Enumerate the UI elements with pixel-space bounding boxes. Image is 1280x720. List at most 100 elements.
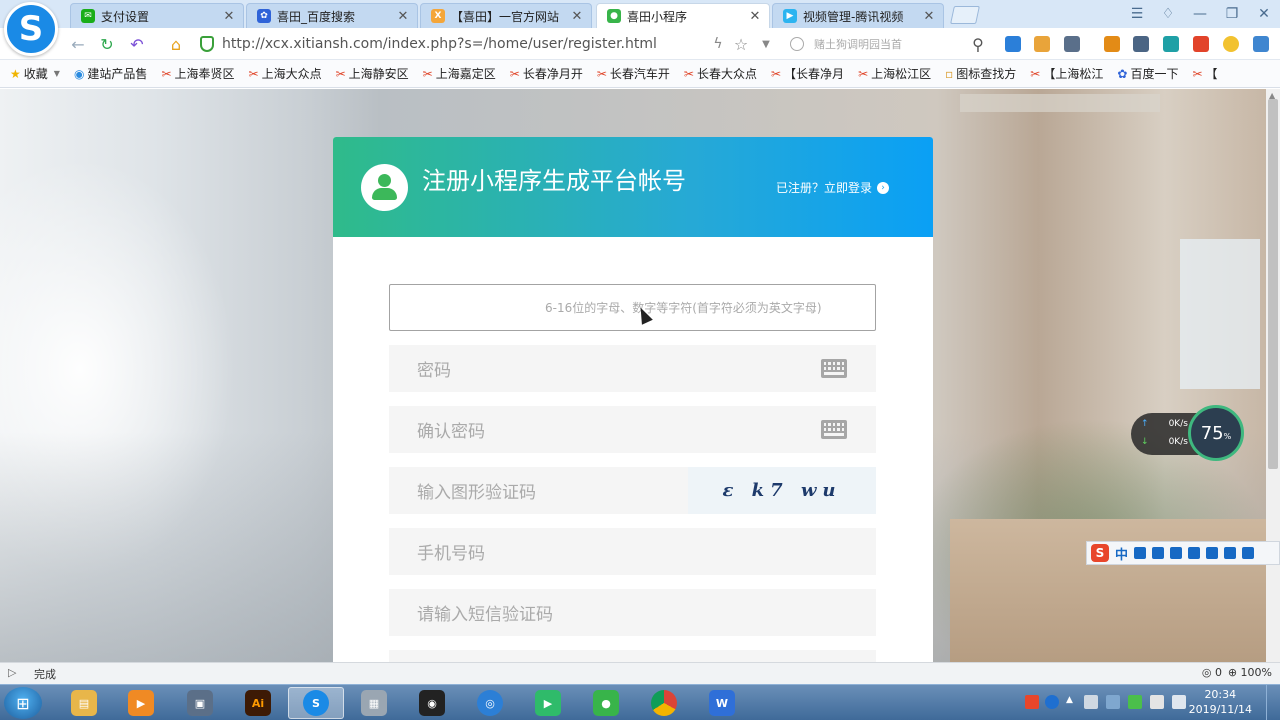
back-icon[interactable]: ← <box>68 34 88 54</box>
minimize-icon[interactable]: — <box>1190 4 1210 24</box>
taskbar-app[interactable]: ▶ <box>520 687 576 719</box>
bookmark-item[interactable]: ✂ 上海奉贤区 <box>161 65 234 82</box>
taskbar-app[interactable] <box>636 687 692 719</box>
close-window-icon[interactable]: ✕ <box>1254 4 1274 24</box>
memory-gauge[interactable]: 75% <box>1188 405 1244 461</box>
phone-input[interactable]: 手机号码 <box>389 528 876 575</box>
refresh-icon[interactable]: ↻ <box>97 34 117 54</box>
tab-pay-settings[interactable]: ✉ 支付设置 ✕ <box>70 3 244 28</box>
download-icon[interactable] <box>1253 36 1269 52</box>
taskbar-app[interactable]: ● <box>578 687 634 719</box>
captcha-image[interactable]: ɛ k7 wu <box>688 467 876 514</box>
taskbar-app[interactable]: W <box>694 687 750 719</box>
monitor-icon[interactable] <box>1150 695 1164 709</box>
search-icon[interactable]: ⚲ <box>968 34 988 54</box>
keyboard-icon[interactable] <box>821 420 847 439</box>
network-transfer-icon[interactable] <box>1128 695 1142 709</box>
close-icon[interactable]: ✕ <box>749 9 761 24</box>
browser-logo-icon[interactable]: S <box>4 2 58 56</box>
volume-icon[interactable] <box>1172 695 1186 709</box>
skin-icon[interactable] <box>1224 547 1237 559</box>
login-link[interactable]: 已注册？立即登录 › <box>776 179 890 196</box>
tab-mini-program[interactable]: ● 喜田小程序 ✕ <box>596 3 770 28</box>
punctuation-icon[interactable] <box>1134 547 1147 559</box>
taskbar-app[interactable]: ▦ <box>346 687 402 719</box>
close-icon[interactable]: ✕ <box>223 9 235 24</box>
taskbar-app[interactable]: S <box>288 687 344 719</box>
scrollbar-thumb[interactable] <box>1268 99 1278 469</box>
bookmark-favorites[interactable]: ★ 收藏 ▼ <box>10 65 60 82</box>
url-text[interactable]: http://xcx.xitiansh.com/index.php?s=/hom… <box>222 36 657 52</box>
bookmark-item[interactable]: ✂ 长春汽车开 <box>597 65 670 82</box>
bookmark-item[interactable]: ✂ 【上海松江 <box>1030 65 1103 82</box>
bookmark-item[interactable]: ✂ 上海嘉定区 <box>423 65 496 82</box>
taskbar-app[interactable]: ◎ <box>462 687 518 719</box>
close-icon[interactable]: ✕ <box>571 9 583 24</box>
tab-tencent-video[interactable]: ▶ 视频管理-腾讯视频 ✕ <box>772 3 944 28</box>
grid-icon[interactable] <box>1242 547 1255 559</box>
tools-icon[interactable] <box>1133 36 1149 52</box>
password-input[interactable]: 密码 <box>389 345 876 392</box>
sogou-icon[interactable] <box>1193 36 1209 52</box>
start-button[interactable]: ⊞ <box>4 687 42 719</box>
bookmark-item[interactable]: ✂ 【 <box>1192 65 1217 82</box>
ime-language[interactable]: 中 <box>1115 544 1128 563</box>
help-icon[interactable] <box>1045 695 1059 709</box>
zoom-level[interactable]: ⊕ 100% <box>1228 666 1272 679</box>
usb-icon[interactable] <box>1106 695 1120 709</box>
show-desktop-button[interactable] <box>1266 685 1280 720</box>
key-icon[interactable] <box>1104 36 1120 52</box>
clock[interactable]: 20:34 2019/11/14 <box>1189 687 1252 717</box>
sogou-ime-icon[interactable]: S <box>1091 544 1109 562</box>
tab-official-site[interactable]: X 【喜田】一官方网站 ✕ <box>420 3 592 28</box>
bookmark-item[interactable]: ✂ 长春大众点 <box>684 65 757 82</box>
search-box[interactable]: 赌土狗调明园当首 <box>786 32 992 56</box>
skin-icon[interactable]: ♢ <box>1158 4 1178 24</box>
taskbar-app[interactable]: ▣ <box>172 687 228 719</box>
bookmark-item[interactable]: ✂ 【长春净月 <box>771 65 844 82</box>
home-icon[interactable]: ⌂ <box>166 34 186 54</box>
vertical-scrollbar[interactable]: ▲ <box>1266 89 1280 662</box>
undo-icon[interactable]: ↶ <box>127 34 147 54</box>
tab-baidu-search[interactable]: ✿ 喜田_百度搜索 ✕ <box>246 3 418 28</box>
address-bar[interactable]: http://xcx.xitiansh.com/index.php?s=/hom… <box>200 31 776 57</box>
flag-icon[interactable] <box>1084 695 1098 709</box>
restore-icon[interactable]: ❐ <box>1222 4 1242 24</box>
sms-code-input[interactable]: 请输入短信验证码 <box>389 589 876 636</box>
lightning-icon[interactable]: ϟ <box>708 34 728 54</box>
star-icon[interactable]: ☆ <box>731 34 751 54</box>
tray-expand-icon[interactable]: ▲ <box>1066 695 1080 709</box>
new-tab-button[interactable] <box>950 6 980 24</box>
bookmark-item[interactable]: ✂ 上海松江区 <box>858 65 931 82</box>
sidebar-toggle-icon[interactable]: ▷ <box>8 666 16 679</box>
close-icon[interactable]: ✕ <box>397 9 409 24</box>
taskbar-app[interactable]: ▶ <box>113 687 169 719</box>
bookmark-item[interactable]: ✂ 长春净月开 <box>510 65 583 82</box>
bookmark-item[interactable]: ◉ 建站产品售 <box>74 65 148 82</box>
screenshot-icon[interactable] <box>1064 36 1080 52</box>
next-field[interactable] <box>389 650 876 662</box>
translate-icon[interactable] <box>1005 36 1021 52</box>
menu-icon[interactable]: ☰ <box>1127 4 1147 24</box>
confirm-password-input[interactable]: 确认密码 <box>389 406 876 453</box>
captcha-input[interactable]: 输入图形验证码 ɛ k7 wu <box>389 467 876 514</box>
close-icon[interactable]: ✕ <box>923 9 935 24</box>
smiley-icon[interactable] <box>1223 36 1239 52</box>
taskbar-app[interactable]: ◉ <box>404 687 460 719</box>
sogou-ime-tray-icon[interactable] <box>1025 695 1039 709</box>
emoji-icon[interactable] <box>1152 547 1165 559</box>
extension-icon[interactable] <box>1034 36 1050 52</box>
username-input[interactable]: 6-16位的字母、数字等字符(首字符必须为英文字母) <box>389 284 876 331</box>
chevron-down-icon[interactable]: ▼ <box>756 34 776 54</box>
keyboard-icon[interactable] <box>1188 547 1201 559</box>
taskbar-app[interactable]: Ai <box>230 687 286 719</box>
keyboard-icon[interactable] <box>821 359 847 378</box>
bookmark-item[interactable]: ▫ 图标查找方 <box>945 65 1016 82</box>
taskbar-app[interactable]: ▤ <box>56 687 112 719</box>
ime-toolbar[interactable]: S 中 <box>1086 541 1280 565</box>
microphone-icon[interactable] <box>1170 547 1183 559</box>
user-icon[interactable] <box>1206 547 1219 559</box>
bookmark-item[interactable]: ✂ 上海大众点 <box>249 65 322 82</box>
bookmark-item[interactable]: ✿ 百度一下 <box>1117 65 1178 82</box>
bookmark-item[interactable]: ✂ 上海静安区 <box>336 65 409 82</box>
